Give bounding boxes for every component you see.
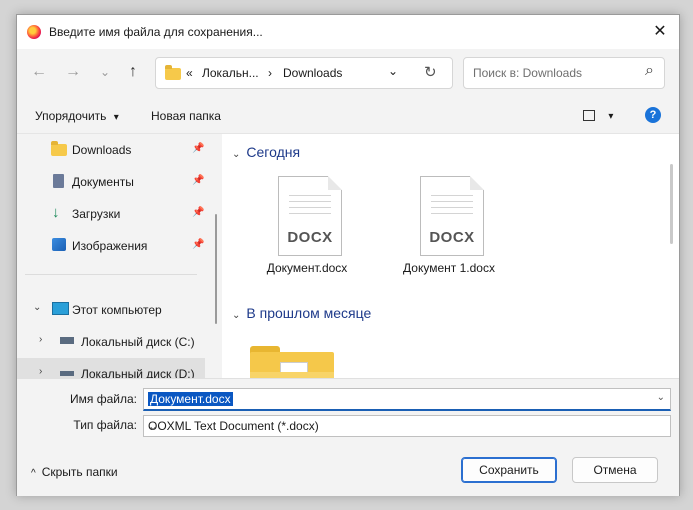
save-dialog: Введите имя файла для сохранения... ✕ ← …: [16, 14, 680, 496]
filename-label: Имя файла:: [70, 392, 137, 406]
download-arrow-icon: ↓: [52, 204, 60, 221]
sidebar-item-this-pc[interactable]: ⌄ Этот компьютер: [17, 294, 217, 324]
folder-icon: [51, 141, 67, 156]
filetype-select[interactable]: OOXML Text Document (*.docx) ⌄: [143, 415, 671, 437]
hide-folders-label: Скрыть папки: [41, 465, 118, 479]
new-folder-button[interactable]: Новая папка: [151, 109, 221, 123]
breadcrumb-separator: ›: [268, 66, 272, 80]
pin-icon[interactable]: 📌: [192, 239, 204, 250]
back-arrow-icon[interactable]: ←: [29, 63, 49, 81]
dialog-title: Введите имя файла для сохранения...: [49, 25, 263, 39]
organize-button[interactable]: Упорядочить ▾: [35, 109, 119, 123]
caret-down-icon: ▾: [608, 111, 614, 122]
chevron-right-icon[interactable]: ›: [39, 366, 42, 377]
file-extension: DOCX: [287, 229, 333, 246]
document-icon: DOCX: [278, 176, 342, 256]
view-icon: [583, 110, 595, 122]
up-arrow-icon[interactable]: ↑: [123, 63, 143, 81]
group-title: В прошлом месяце: [246, 305, 372, 321]
navigation-pane: Downloads 📌 Документы 📌 ↓ Загрузки 📌 Изо…: [17, 134, 222, 378]
chevron-down-icon: ⌄: [232, 149, 241, 160]
group-title: Сегодня: [246, 144, 301, 160]
pin-icon[interactable]: 📌: [192, 175, 204, 186]
filename-field[interactable]: Документ.docx ⌄: [143, 388, 671, 411]
help-button[interactable]: ?: [645, 107, 661, 123]
file-name: Документ.docx: [266, 261, 348, 275]
filename-value: Документ.docx: [148, 392, 233, 406]
folder-icon: [165, 65, 181, 80]
sidebar-item-documents[interactable]: Документы 📌: [17, 166, 207, 196]
filetype-label: Тип файла:: [73, 418, 137, 432]
breadcrumb-downloads[interactable]: Downloads: [283, 66, 342, 80]
folder-item[interactable]: [250, 346, 334, 378]
pin-icon[interactable]: 📌: [192, 207, 204, 218]
sidebar-item-label: Локальный диск (C:): [81, 335, 195, 349]
hide-folders-button[interactable]: ^ Скрыть папки: [31, 465, 118, 479]
scrollbar[interactable]: [670, 164, 673, 244]
breadcrumb-overflow[interactable]: «: [186, 66, 193, 80]
chevron-up-icon: ^: [31, 468, 36, 479]
search-icon[interactable]: ⌕: [645, 62, 654, 80]
file-item[interactable]: DOCX Документ.docx: [252, 176, 362, 296]
breadcrumb-local-disk[interactable]: Локальн...: [202, 66, 259, 80]
navigation-bar: ← → ⌄ ↑ « Локальн... › Downloads ⌄ ↻ Пои…: [17, 49, 679, 95]
sidebar-item-drive-c[interactable]: › Локальный диск (C:): [17, 326, 217, 356]
file-item[interactable]: DOCX Документ 1.docx: [394, 176, 504, 296]
pin-icon[interactable]: 📌: [192, 143, 204, 154]
chevron-right-icon[interactable]: ›: [39, 334, 42, 345]
group-header-today[interactable]: ⌄ Сегодня: [232, 144, 300, 160]
search-input[interactable]: Поиск в: Downloads ⌕: [463, 57, 665, 89]
sidebar-item-label: Загрузки: [72, 207, 121, 221]
recent-locations-icon[interactable]: ⌄: [95, 65, 115, 79]
search-placeholder: Поиск в: Downloads: [473, 66, 582, 80]
forward-arrow-icon[interactable]: →: [63, 63, 83, 81]
view-options-button[interactable]: ▾: [583, 108, 613, 122]
save-button[interactable]: Сохранить: [461, 457, 557, 483]
chevron-down-icon[interactable]: ⌄: [388, 64, 398, 78]
address-bar[interactable]: « Локальн... › Downloads ⌄ ↻: [155, 57, 453, 89]
command-bar: Упорядочить ▾ Новая папка ▾ ?: [17, 101, 679, 131]
document-icon: DOCX: [420, 176, 484, 256]
drive-icon: [60, 337, 74, 344]
chevron-down-icon[interactable]: ⌄: [657, 392, 665, 403]
divider: [25, 274, 197, 275]
close-button[interactable]: ✕: [649, 21, 671, 43]
cancel-button[interactable]: Отмена: [572, 457, 658, 483]
pictures-icon: [52, 238, 66, 251]
computer-icon: [52, 302, 69, 315]
refresh-icon[interactable]: ↻: [424, 63, 437, 81]
caret-down-icon: ▾: [113, 112, 119, 123]
firefox-icon: [27, 25, 41, 39]
sidebar-item-label: Локальный диск (D:): [81, 367, 195, 378]
chevron-down-icon: ⌄: [232, 310, 241, 321]
file-extension: DOCX: [429, 229, 475, 246]
documents-icon: [53, 174, 64, 188]
sidebar-item-pictures[interactable]: Изображения 📌: [17, 230, 207, 260]
chevron-down-icon[interactable]: ⌄: [33, 302, 41, 313]
sidebar-item-drive-d[interactable]: › Локальный диск (D:): [17, 358, 205, 378]
organize-label: Упорядочить: [35, 109, 107, 123]
sidebar-item-zagruzki[interactable]: ↓ Загрузки 📌: [17, 198, 207, 228]
sidebar-item-label: Документы: [72, 175, 134, 189]
chevron-down-icon[interactable]: ⌄: [148, 419, 665, 433]
drive-icon: [60, 371, 74, 376]
save-form: Имя файла: Документ.docx ⌄ Тип файла: OO…: [17, 378, 679, 496]
scrollbar[interactable]: [215, 214, 217, 324]
file-list: ⌄ Сегодня DOCX Документ.docx DOCX Докуме…: [222, 134, 679, 378]
title-bar: Введите имя файла для сохранения... ✕: [17, 15, 679, 49]
sidebar-item-label: Изображения: [72, 239, 148, 253]
sidebar-item-label: Downloads: [72, 143, 132, 157]
sidebar-item-label: Этот компьютер: [72, 303, 162, 317]
file-name: Документ 1.docx: [403, 261, 495, 275]
group-header-last-month[interactable]: ⌄ В прошлом месяце: [232, 305, 371, 321]
sidebar-item-downloads[interactable]: Downloads 📌: [17, 134, 207, 164]
